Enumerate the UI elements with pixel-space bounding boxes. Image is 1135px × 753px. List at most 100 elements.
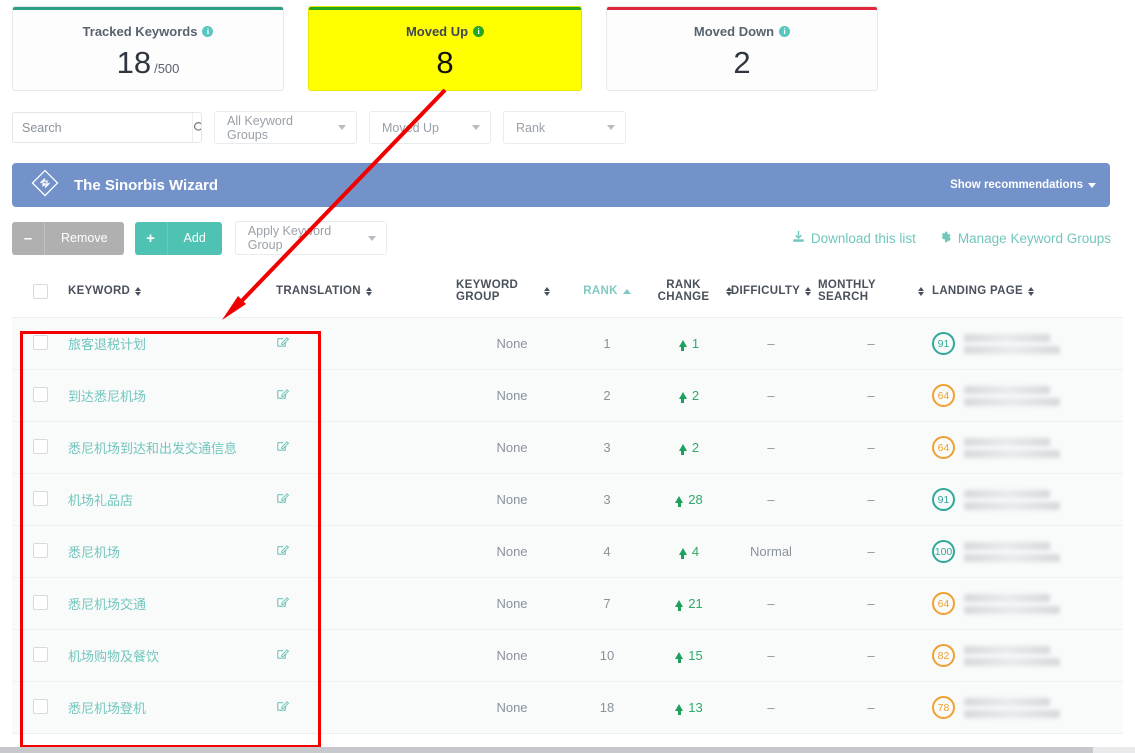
column-keyword-group[interactable]: KEYWORD GROUP xyxy=(456,271,568,318)
row-translation-cell xyxy=(276,317,456,370)
wizard-left: The Sinorbis Wizard xyxy=(30,168,218,203)
add-button-label: Add xyxy=(183,231,206,245)
keyword-groups-select[interactable]: All Keyword Groups xyxy=(214,111,357,144)
row-select-cell xyxy=(12,421,68,474)
add-button[interactable]: + Add xyxy=(134,221,222,255)
scrollbar-thumb[interactable] xyxy=(0,747,1093,753)
keyword-link[interactable]: 悉尼机场交通 xyxy=(68,597,146,612)
edit-pencil-icon[interactable] xyxy=(276,441,290,456)
manage-keyword-groups-link[interactable]: Manage Keyword Groups xyxy=(938,230,1111,247)
search-input[interactable] xyxy=(13,113,192,142)
row-keyword-cell: 悉尼机场登机 xyxy=(68,681,276,734)
edit-pencil-icon[interactable] xyxy=(276,649,290,664)
row-checkbox[interactable] xyxy=(32,438,48,454)
sort-icon[interactable] xyxy=(1027,286,1034,296)
stat-cards: Tracked Keywords i 18 /500 Moved Up i 8 … xyxy=(0,0,1135,91)
keyword-link[interactable]: 机场购物及餐饮 xyxy=(68,649,159,664)
row-checkbox[interactable] xyxy=(32,386,48,402)
landing-page-url-redacted[interactable] xyxy=(964,645,1060,666)
column-rank[interactable]: RANK xyxy=(568,271,646,318)
row-checkbox[interactable] xyxy=(32,594,48,610)
landing-page-url-redacted[interactable] xyxy=(964,333,1060,354)
landing-page-score: 78 xyxy=(932,696,955,719)
column-difficulty[interactable]: DIFFICULTY xyxy=(731,271,812,318)
horizontal-scrollbar[interactable] xyxy=(0,747,1135,753)
search-icon[interactable] xyxy=(192,113,201,142)
table-row[interactable]: 悉尼机场到达和出发交通信息 None 3 2– –64 xyxy=(12,421,1123,474)
row-rank-change-cell: 15 xyxy=(646,629,732,682)
sort-icon[interactable] xyxy=(918,286,924,296)
edit-pencil-icon[interactable] xyxy=(276,597,290,612)
landing-page-score: 64 xyxy=(932,384,955,407)
edit-pencil-icon[interactable] xyxy=(276,701,290,716)
landing-page-url-redacted[interactable] xyxy=(964,541,1060,562)
rank-select[interactable]: Rank xyxy=(503,111,626,144)
sort-asc-icon[interactable] xyxy=(622,288,631,294)
keyword-link[interactable]: 旅客退税计划 xyxy=(68,337,146,352)
edit-pencil-icon[interactable] xyxy=(276,337,290,352)
table-row[interactable]: 到达悉尼机场 None 2 2– –64 xyxy=(12,369,1123,422)
landing-page-url-redacted[interactable] xyxy=(964,593,1060,614)
row-monthly-search-cell: – xyxy=(810,629,932,682)
table-row[interactable]: 机场礼品店 None 3 28– –91 xyxy=(12,473,1123,526)
keyword-link[interactable]: 悉尼机场 xyxy=(68,545,120,560)
row-checkbox[interactable] xyxy=(32,698,48,714)
column-landing-page[interactable]: LANDING PAGE xyxy=(932,271,1123,318)
edit-pencil-icon[interactable] xyxy=(276,493,290,508)
column-translation[interactable]: TRANSLATION xyxy=(276,271,456,318)
column-monthly-search[interactable]: MONTHLY SEARCH xyxy=(810,271,932,318)
column-rank-change[interactable]: RANK CHANGE xyxy=(646,271,732,318)
rank-change-value: 21 xyxy=(688,596,703,611)
row-checkbox[interactable] xyxy=(32,646,48,662)
stat-card-moved-down[interactable]: Moved Down i 2 xyxy=(606,6,878,91)
row-keyword-cell: 到达悉尼机场 xyxy=(68,369,276,422)
keyword-link[interactable]: 到达悉尼机场 xyxy=(68,389,146,404)
keyword-link[interactable]: 悉尼机场到达和出发交通信息 xyxy=(68,441,237,456)
info-icon[interactable]: i xyxy=(779,26,791,37)
row-difficulty-cell: – xyxy=(732,317,810,370)
landing-page-score: 91 xyxy=(932,488,955,511)
row-keyword-cell: 悉尼机场到达和出发交通信息 xyxy=(68,421,276,474)
apply-keyword-group-select[interactable]: Apply Keyword Group xyxy=(234,221,387,255)
edit-pencil-icon[interactable] xyxy=(276,545,290,560)
sort-icon[interactable] xyxy=(135,286,142,296)
table-row[interactable]: 旅客退税计划 None 1 1– –91 xyxy=(12,317,1123,370)
table-row[interactable]: 悉尼机场交通 None 7 21– –64 xyxy=(12,577,1123,630)
table-row[interactable]: 悉尼机场登机 None 18 13– –78 xyxy=(12,681,1123,734)
stat-card-moved-up[interactable]: Moved Up i 8 xyxy=(308,6,582,91)
show-recommendations-button[interactable]: Show recommendations xyxy=(950,179,1096,191)
row-landing-page-cell: 82 xyxy=(932,629,1123,682)
table-row[interactable]: 悉尼机场 None 4 4 Normal –100 xyxy=(12,525,1123,578)
landing-page-url-redacted[interactable] xyxy=(964,437,1060,458)
keyword-link[interactable]: 悉尼机场登机 xyxy=(68,701,146,716)
stat-card-title: Tracked Keywords i xyxy=(83,24,214,39)
row-landing-page-cell: 64 xyxy=(932,421,1123,474)
stat-value-number: 2 xyxy=(733,45,751,80)
download-link-label: Download this list xyxy=(810,230,916,246)
download-this-list-link[interactable]: Download this list xyxy=(792,230,916,246)
select-all-checkbox[interactable] xyxy=(32,283,48,299)
row-monthly-search-cell: – xyxy=(810,525,932,578)
row-checkbox[interactable] xyxy=(32,542,48,558)
row-checkbox[interactable] xyxy=(32,334,48,350)
table-row[interactable]: 机场购物及餐饮 None 10 15– –82 xyxy=(12,629,1123,682)
row-rank-change-cell: 13 xyxy=(646,681,732,734)
info-icon[interactable]: i xyxy=(473,26,485,37)
landing-page-url-redacted[interactable] xyxy=(964,697,1060,718)
remove-button[interactable]: – Remove xyxy=(12,221,124,255)
info-icon[interactable]: i xyxy=(202,26,214,37)
column-keyword[interactable]: KEYWORD xyxy=(68,271,276,318)
sort-icon[interactable] xyxy=(805,286,812,296)
landing-page-url-redacted[interactable] xyxy=(964,385,1060,406)
sort-icon[interactable] xyxy=(544,286,550,296)
stat-card-tracked-keywords[interactable]: Tracked Keywords i 18 /500 xyxy=(12,6,284,91)
sort-icon[interactable] xyxy=(365,286,372,296)
landing-page-score: 64 xyxy=(932,436,955,459)
row-checkbox[interactable] xyxy=(32,490,48,506)
keyword-link[interactable]: 机场礼品店 xyxy=(68,493,133,508)
edit-pencil-icon[interactable] xyxy=(276,389,290,404)
landing-page-url-redacted[interactable] xyxy=(964,489,1060,510)
row-rank-cell: 18 xyxy=(568,681,646,734)
movement-select[interactable]: Moved Up xyxy=(369,111,491,144)
row-keyword-group-cell: None xyxy=(456,317,568,370)
